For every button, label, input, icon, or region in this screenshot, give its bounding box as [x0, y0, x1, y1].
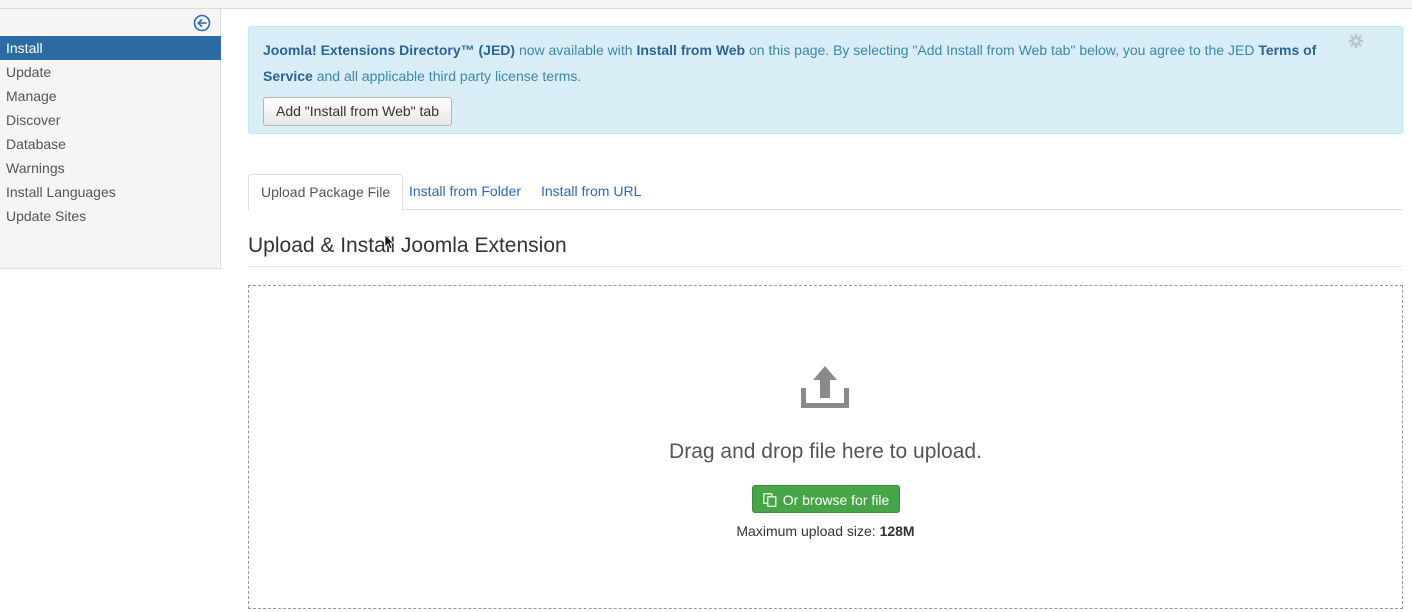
sidebar-item-database[interactable]: Database — [0, 132, 221, 156]
max-upload-size-value: 128M — [879, 523, 915, 539]
page-title: Upload & Install Joomla Extension — [248, 234, 1403, 267]
jed-info-alert: Joomla! Extensions Directory™ (JED) now … — [248, 26, 1403, 134]
sidebar-item-update[interactable]: Update — [0, 60, 221, 84]
upload-icon — [801, 366, 849, 408]
tab-install-from-url[interactable]: Install from URL — [529, 174, 653, 210]
sidebar-item-update-sites[interactable]: Update Sites — [0, 204, 221, 228]
top-bar — [0, 0, 1412, 9]
tab-install-from-folder[interactable]: Install from Folder — [397, 174, 533, 210]
alert-text-part: now available with — [515, 42, 637, 58]
upload-dropzone[interactable]: Drag and drop file here to upload. Or br… — [248, 285, 1403, 609]
sidebar: Install Update Manage Discover Database … — [0, 9, 221, 269]
copy-file-icon — [762, 489, 777, 507]
sidebar-item-warnings[interactable]: Warnings — [0, 156, 221, 180]
sidebar-item-install[interactable]: Install — [0, 36, 221, 60]
max-upload-size-label: Maximum upload size: — [736, 523, 880, 539]
mouse-cursor-icon — [384, 234, 395, 250]
install-from-web-label: Install from Web — [636, 42, 746, 58]
sidebar-item-discover[interactable]: Discover — [0, 108, 221, 132]
sidebar-item-install-languages[interactable]: Install Languages — [0, 180, 221, 204]
sidebar-item-manage[interactable]: Manage — [0, 84, 221, 108]
collapse-sidebar-icon[interactable] — [193, 14, 211, 32]
install-tabs: Upload Package File Install from Folder … — [248, 174, 1403, 211]
tab-upload-package-file[interactable]: Upload Package File — [248, 174, 404, 211]
drag-drop-text: Drag and drop file here to upload. — [669, 440, 982, 463]
alert-text-part: on this page. By selecting "Add Install … — [745, 42, 1259, 58]
sidebar-nav: Install Update Manage Discover Database … — [0, 36, 221, 228]
alert-text-part: and all applicable third party license t… — [312, 68, 582, 84]
gear-icon[interactable] — [1348, 33, 1364, 49]
browse-file-button[interactable]: Or browse for file — [752, 485, 900, 513]
jed-name: Joomla! Extensions Directory™ (JED) — [263, 42, 516, 58]
alert-message: Joomla! Extensions Directory™ (JED) now … — [263, 37, 1343, 89]
browse-file-label: Or browse for file — [782, 492, 890, 508]
max-upload-size: Maximum upload size: 128M — [249, 523, 1402, 539]
add-install-from-web-tab-button[interactable]: Add "Install from Web" tab — [263, 97, 452, 126]
